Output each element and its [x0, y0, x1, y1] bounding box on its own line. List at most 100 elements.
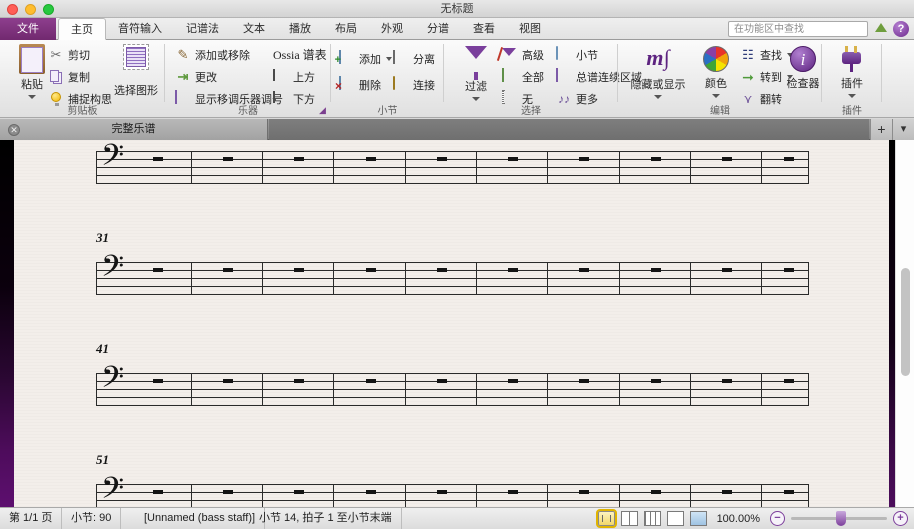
- whole-bar-rest: [365, 157, 376, 161]
- add-remove-instrument-button[interactable]: ✎ 添加或移除: [175, 46, 250, 63]
- staff-line: [96, 405, 809, 406]
- split-bar-label: 分离: [413, 53, 435, 66]
- panorama-view-icon[interactable]: [595, 509, 617, 528]
- tab-text[interactable]: 文本: [231, 18, 277, 40]
- ossia-above-button[interactable]: 上方: [273, 68, 315, 85]
- status-view-controls: 100.00% − +: [595, 508, 908, 529]
- select-bar-button[interactable]: 小节: [556, 45, 598, 63]
- score-canvas[interactable]: 𝄢 31 𝄢 41 𝄢 51 𝄢: [0, 140, 914, 507]
- scissors-icon: ✂: [50, 46, 62, 62]
- staff-line: [96, 167, 809, 168]
- tab-parts[interactable]: 分谱: [415, 18, 461, 40]
- hide-show-caret[interactable]: [654, 95, 662, 99]
- score-region-icon: [556, 67, 572, 85]
- change-instrument-button[interactable]: ⇥ 更改: [175, 68, 217, 85]
- color-wheel-icon: [694, 44, 738, 72]
- tab-file[interactable]: 文件: [0, 18, 56, 40]
- whole-bar-rest: [508, 157, 519, 161]
- select-all-button[interactable]: 全部: [502, 67, 544, 85]
- copy-button[interactable]: 复制: [48, 68, 90, 85]
- help-icon[interactable]: ?: [893, 21, 909, 37]
- filter-button[interactable]: 过滤: [450, 44, 502, 101]
- new-tab-button[interactable]: +: [870, 119, 892, 140]
- tab-appearance[interactable]: 外观: [369, 18, 415, 40]
- staff-line: [96, 389, 809, 390]
- score-page[interactable]: 𝄢 31 𝄢 41 𝄢 51 𝄢: [14, 140, 889, 507]
- color-caret[interactable]: [712, 94, 720, 98]
- group-label-bars: 小节: [377, 106, 398, 117]
- zoom-slider-thumb[interactable]: [836, 511, 846, 526]
- change-instrument-icon: ⇥: [177, 68, 189, 84]
- zoom-level-label: 100.00%: [716, 512, 760, 525]
- collapse-ribbon-icon[interactable]: [875, 23, 887, 32]
- document-tab-full-score[interactable]: ✕ 完整乐谱: [0, 119, 268, 140]
- document-tab-label: 完整乐谱: [111, 123, 156, 135]
- tab-layout[interactable]: 布局: [323, 18, 369, 40]
- zoom-slider[interactable]: [791, 511, 887, 526]
- staff-above-icon: [273, 68, 289, 85]
- whole-bar-rest: [650, 268, 661, 272]
- add-bar-caret[interactable]: [386, 56, 392, 61]
- tab-home[interactable]: 主页: [58, 18, 106, 40]
- staff-bass[interactable]: 𝄢: [96, 142, 809, 184]
- zoom-in-button[interactable]: +: [893, 511, 908, 526]
- join-bar-label: 连接: [413, 79, 435, 92]
- tab-view[interactable]: 视图: [507, 18, 553, 40]
- multi-page-view-icon[interactable]: [643, 511, 661, 526]
- spread-view-icon[interactable]: [620, 511, 638, 526]
- plugins-button[interactable]: 插件: [826, 44, 878, 98]
- staff-line: [96, 294, 809, 295]
- staff-line: [96, 373, 809, 374]
- tab-note-input[interactable]: 音符输入: [106, 18, 174, 40]
- inspector-button[interactable]: i 检查器: [783, 44, 823, 91]
- plugins-caret[interactable]: [848, 94, 856, 98]
- status-bar: 第 1/1 页 小节: 90 [Unnamed (bass staff)] 小节…: [0, 507, 914, 529]
- whole-bar-rest: [508, 379, 519, 383]
- add-bar-button[interactable]: 添加: [339, 49, 392, 67]
- whole-bar-rest: [365, 379, 376, 383]
- whole-bar-rest: [294, 157, 305, 161]
- whole-bar-rest: [722, 157, 732, 161]
- close-icon[interactable]: ✕: [8, 124, 20, 136]
- staff-bass[interactable]: 𝄢: [96, 253, 809, 295]
- group-label-plugins: 插件: [842, 106, 862, 117]
- instruments-dialog-launcher-icon[interactable]: ◢: [317, 105, 328, 116]
- delete-bar-button[interactable]: 删除: [339, 75, 381, 93]
- staff-bass[interactable]: 𝄢: [96, 364, 809, 406]
- ribbon-group-edit: m∫ 隐藏或显示 颜色 ☷ 查找 ➞ 转到 ⋎ 翻转 i 检查器 编辑: [618, 40, 822, 118]
- whole-bar-rest: [222, 157, 233, 161]
- join-bar-button[interactable]: 连接: [393, 75, 435, 93]
- zoom-out-button[interactable]: −: [770, 511, 785, 526]
- vertical-scrollbar[interactable]: [895, 140, 914, 507]
- ossia-label: Ossia 谱表: [273, 48, 327, 62]
- tab-menu-button[interactable]: ▾: [892, 119, 914, 140]
- vertical-scrollbar-thumb[interactable]: [901, 268, 910, 376]
- change-instrument-label: 更改: [195, 71, 217, 84]
- ribbon-tab-strip: 文件 主页 音符输入 记谱法 文本 播放 布局 外观 分谱 查看 视图 在功能区…: [0, 18, 914, 40]
- cut-button[interactable]: ✂ 剪切: [48, 46, 90, 63]
- ossia-above-label: 上方: [293, 71, 315, 84]
- color-button[interactable]: 颜色: [694, 44, 738, 98]
- ribbon-search-input[interactable]: 在功能区中查找: [728, 21, 868, 37]
- tab-play[interactable]: 播放: [277, 18, 323, 40]
- filter-dropdown-caret[interactable]: [472, 97, 480, 101]
- staff-bass[interactable]: 𝄢: [96, 475, 809, 507]
- ribbon-group-select: 过滤 高级 小节 全部 总谱连续区域 无 ♪♪ 更多 选择: [444, 40, 642, 118]
- status-selection: 小节 14, 拍子 1 至小节末端: [250, 508, 402, 529]
- whole-bar-rest: [579, 157, 590, 161]
- join-bar-icon: [393, 75, 409, 93]
- advanced-filter-button[interactable]: 高级: [502, 46, 544, 63]
- full-screen-view-icon[interactable]: [689, 511, 707, 526]
- split-bar-button[interactable]: 分离: [393, 49, 435, 67]
- tab-notations[interactable]: 记谱法: [174, 18, 231, 40]
- single-page-view-icon[interactable]: [666, 511, 684, 526]
- ribbon-group-bars: 添加 分离 删除 连接 小节: [331, 40, 444, 118]
- hide-show-button[interactable]: m∫ 隐藏或显示: [622, 44, 694, 99]
- graphic-selection-button[interactable]: 选择图形: [108, 44, 164, 98]
- cut-label: 剪切: [68, 49, 90, 62]
- ribbon-group-instruments: ✎ 添加或移除 ⇥ 更改 显示移调乐器调号 Ossia 谱表 上方 下方 乐器 …: [165, 40, 331, 118]
- tab-review[interactable]: 查看: [461, 18, 507, 40]
- staff-line: [96, 262, 809, 263]
- status-bar-count: 小节: 90: [62, 508, 122, 529]
- paste-dropdown-caret[interactable]: [28, 95, 36, 99]
